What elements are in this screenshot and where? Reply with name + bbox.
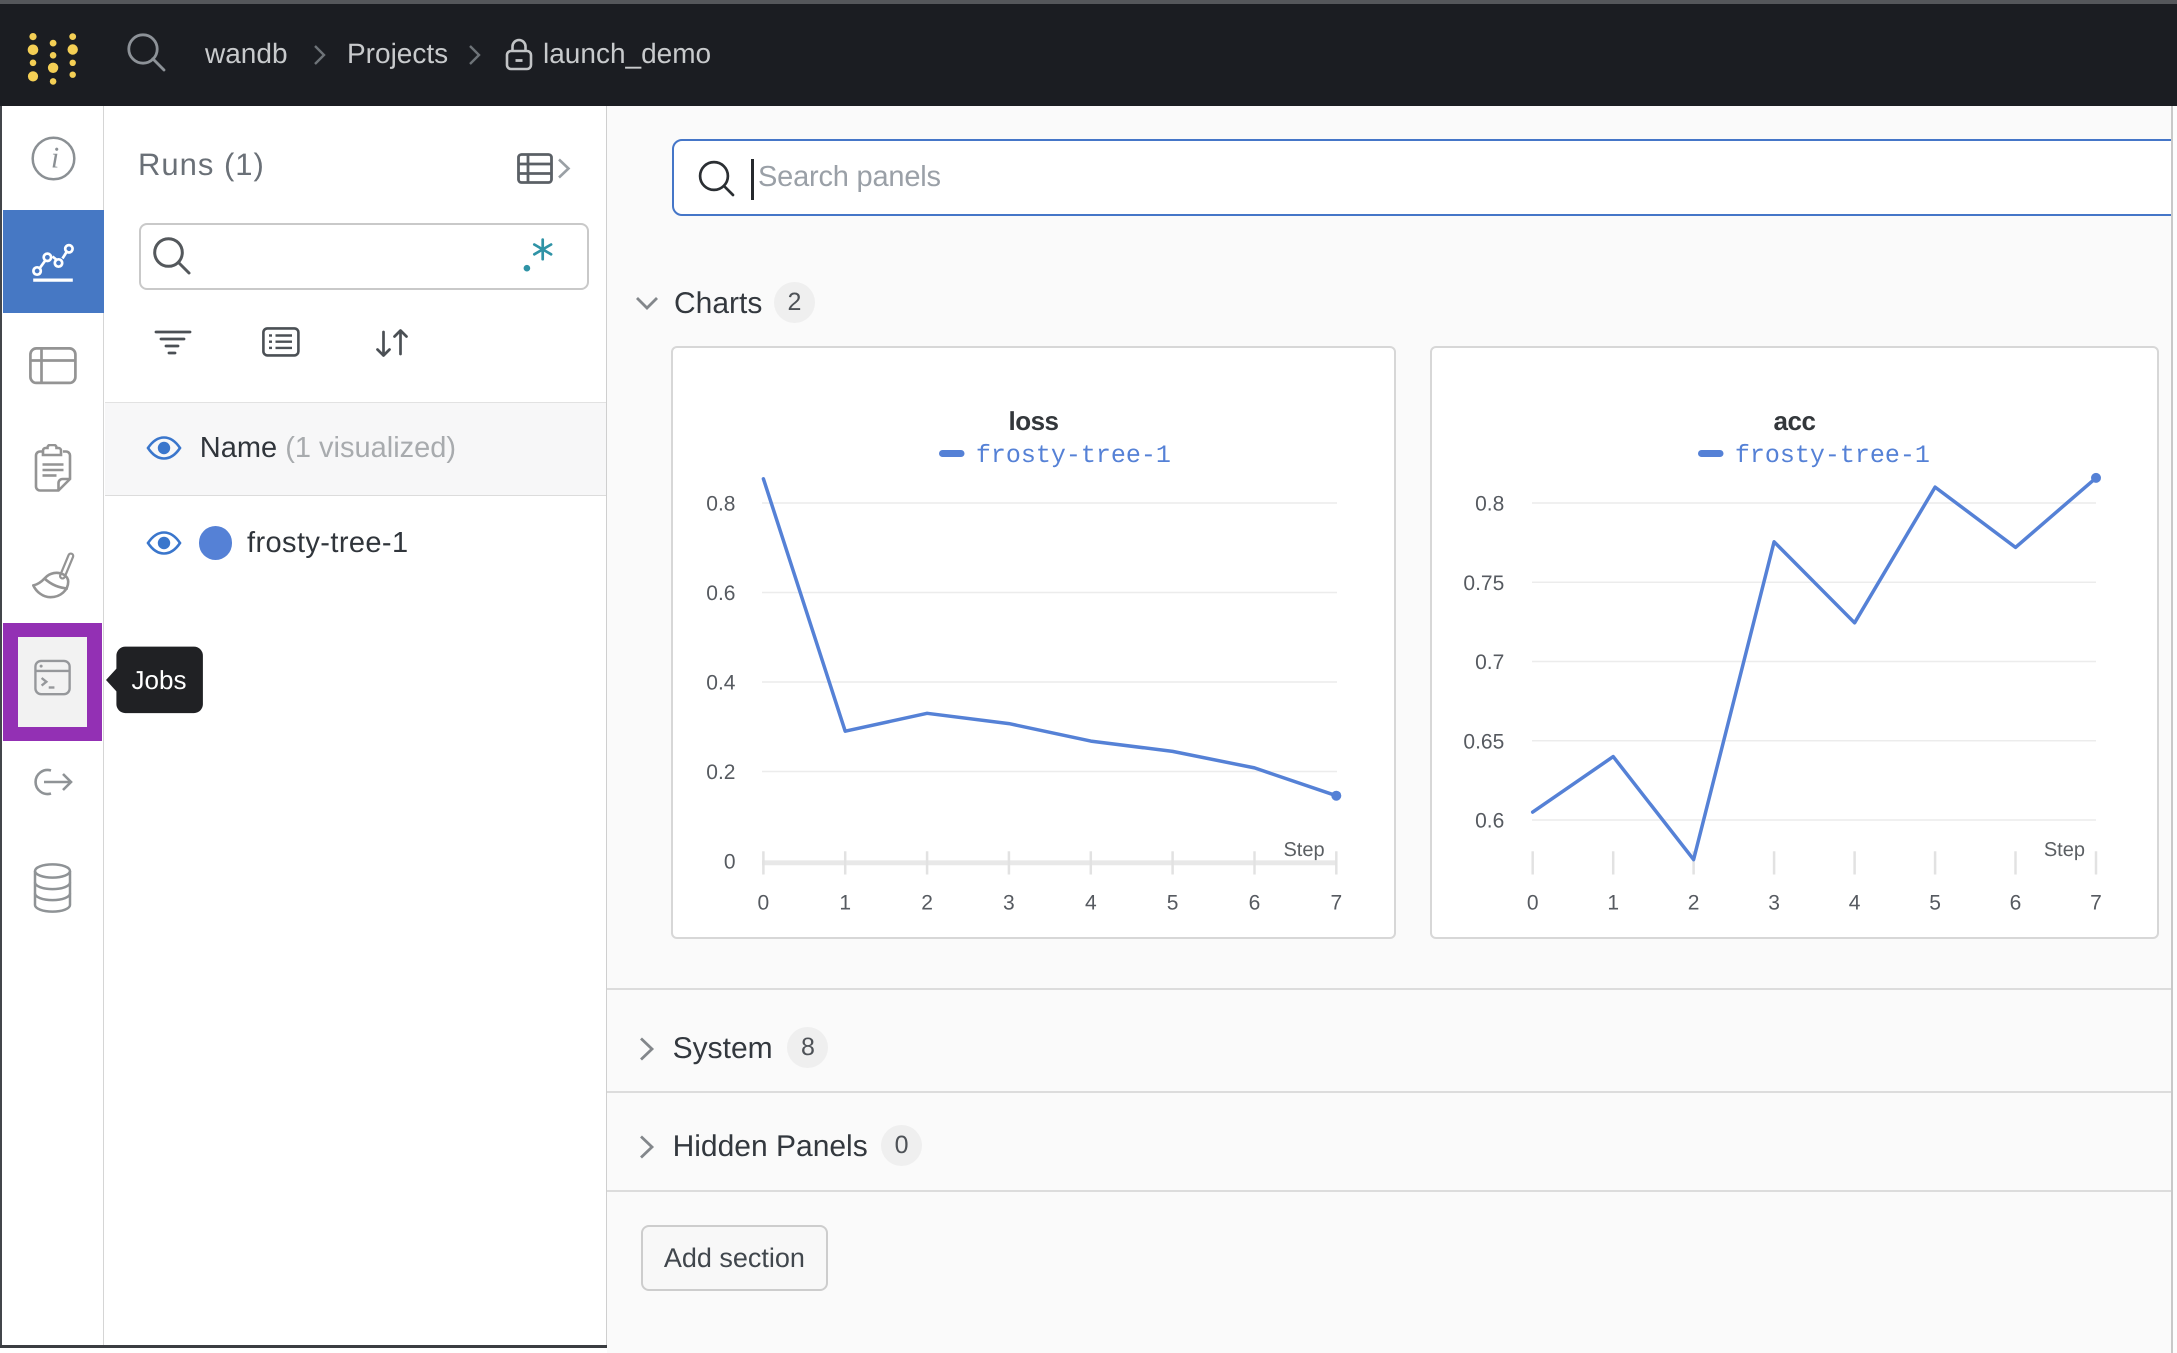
svg-text:0.75: 0.75 [1463, 572, 1504, 595]
svg-text:Jobs: Jobs [132, 665, 187, 695]
svg-text:0.65: 0.65 [1463, 730, 1504, 753]
svg-text:i: i [51, 142, 59, 175]
svg-text:0.7: 0.7 [1475, 651, 1504, 674]
svg-text:3: 3 [1003, 892, 1015, 915]
svg-text:1: 1 [1607, 892, 1619, 915]
svg-text:0: 0 [758, 892, 770, 915]
svg-text:0.8: 0.8 [706, 493, 735, 516]
svg-text:7: 7 [1330, 892, 1342, 915]
svg-text:5: 5 [1929, 892, 1941, 915]
svg-text:7: 7 [2090, 892, 2102, 915]
svg-text:0: 0 [1527, 892, 1539, 915]
svg-text:4: 4 [1085, 892, 1097, 915]
svg-text:0: 0 [724, 851, 736, 874]
svg-text:0.6: 0.6 [1475, 810, 1504, 833]
svg-text:6: 6 [2010, 892, 2022, 915]
svg-text:Step: Step [2044, 839, 2085, 861]
svg-text:acc: acc [1774, 406, 1816, 436]
svg-text:0.4: 0.4 [706, 672, 736, 695]
svg-text:0.2: 0.2 [706, 761, 735, 784]
svg-text:2: 2 [921, 892, 933, 915]
svg-text:0.6: 0.6 [706, 582, 735, 605]
svg-text:0.8: 0.8 [1475, 493, 1504, 516]
svg-text:2: 2 [1688, 892, 1700, 915]
svg-text:6: 6 [1249, 892, 1261, 915]
svg-text:frosty-tree-1: frosty-tree-1 [976, 441, 1171, 470]
svg-text:5: 5 [1167, 892, 1179, 915]
svg-text:3: 3 [1768, 892, 1780, 915]
svg-text:loss: loss [1008, 406, 1058, 436]
svg-text:Step: Step [1283, 839, 1324, 861]
svg-text:frosty-tree-1: frosty-tree-1 [1735, 441, 1930, 470]
svg-text:1: 1 [839, 892, 851, 915]
svg-text:4: 4 [1849, 892, 1861, 915]
